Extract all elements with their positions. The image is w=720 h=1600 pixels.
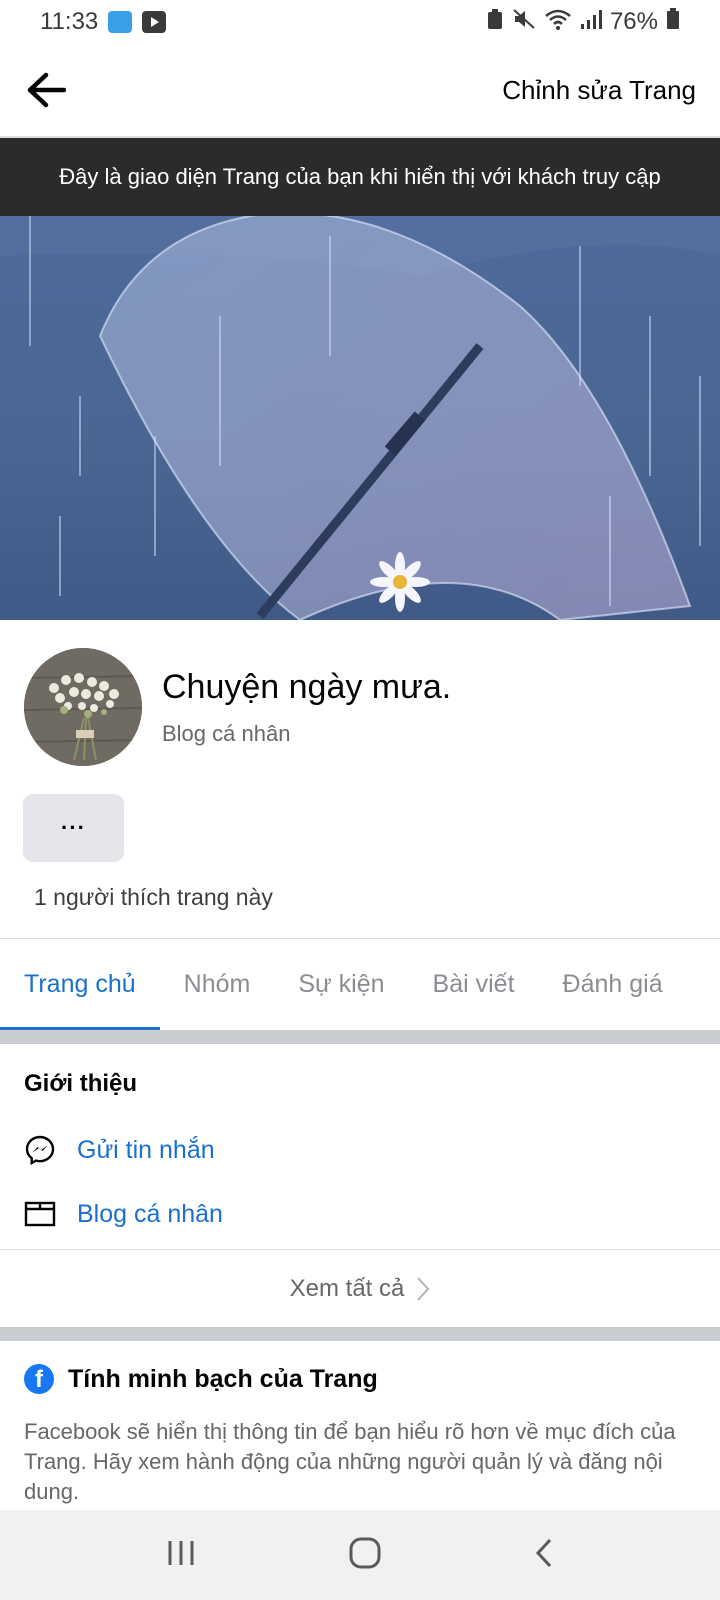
intro-title: Giới thiệu <box>24 1070 138 1097</box>
facebook-icon: f <box>24 1364 54 1394</box>
wifi-icon <box>544 8 572 37</box>
signal-icon <box>580 8 602 37</box>
recycle-icon <box>486 8 504 37</box>
chevron-right-icon <box>417 1276 430 1301</box>
more-dots-icon: ··· <box>61 815 86 840</box>
wordbit-app-icon <box>108 11 133 33</box>
tab-reviews[interactable]: Đánh giá <box>539 939 687 1030</box>
mute-icon <box>512 8 536 37</box>
transparency-title: Tính minh bạch của Trang <box>68 1364 378 1393</box>
page-profile: Chuyện ngày mưa. Blog cá nhân <box>24 648 451 766</box>
send-message-label: Gửi tin nhắn <box>77 1135 215 1164</box>
page-avatar[interactable] <box>24 648 142 766</box>
page-category: Blog cá nhân <box>162 720 291 746</box>
tab-posts[interactable]: Bài viết <box>409 939 539 1030</box>
section-divider <box>0 1327 720 1341</box>
transparency-description: Facebook sẽ hiển thị thông tin để bạn hi… <box>24 1419 676 1504</box>
tab-events[interactable]: Sự kiện <box>274 939 408 1030</box>
category-link[interactable]: Blog cá nhân <box>0 1182 720 1246</box>
back-nav-button[interactable] <box>534 1537 554 1574</box>
battery-percent: 76% <box>609 8 658 35</box>
visitor-view-banner: Đây là giao diện Trang của bạn khi hiển … <box>0 138 720 216</box>
page-likes-count: 1 người thích trang này <box>34 884 273 910</box>
intro-section: Giới thiệu Gửi tin nhắn Blog cá nhân <box>0 1044 720 1246</box>
home-button[interactable] <box>349 1537 381 1574</box>
category-label: Blog cá nhân <box>77 1199 223 1228</box>
arrow-left-icon <box>27 72 66 108</box>
page-tabs: Trang chủ Nhóm Sự kiện Bài viết Đánh giá <box>0 938 720 1030</box>
page-transparency-section: f Tính minh bạch của Trang Facebook sẽ h… <box>0 1341 720 1507</box>
edit-page-button[interactable]: Chỉnh sửa Trang <box>502 75 696 106</box>
battery-icon <box>666 7 680 37</box>
send-message-link[interactable]: Gửi tin nhắn <box>0 1118 720 1182</box>
tab-groups[interactable]: Nhóm <box>160 939 275 1030</box>
back-button[interactable] <box>24 68 68 112</box>
chevron-left-icon <box>535 1538 551 1567</box>
recent-apps-button[interactable] <box>166 1539 196 1572</box>
messenger-icon <box>24 1134 56 1166</box>
home-icon <box>349 1537 381 1568</box>
system-navigation-bar <box>0 1510 720 1600</box>
category-icon <box>24 1198 56 1230</box>
page-name: Chuyện ngày mưa. <box>162 667 452 706</box>
tab-home[interactable]: Trang chủ <box>0 939 160 1030</box>
see-all-button[interactable]: Xem tất cả <box>0 1249 720 1327</box>
cover-photo[interactable] <box>0 216 720 620</box>
section-divider <box>0 1030 720 1044</box>
recent-apps-icon <box>168 1540 194 1565</box>
visitor-view-text: Đây là giao diện Trang của bạn khi hiển … <box>59 164 661 189</box>
more-options-button[interactable]: ··· <box>23 794 124 862</box>
status-bar: 11:33 76% <box>0 0 720 44</box>
status-time: 11:33 <box>40 8 99 35</box>
video-app-icon <box>142 11 167 33</box>
top-bar: Chỉnh sửa Trang <box>0 44 720 138</box>
see-all-label: Xem tất cả <box>289 1274 405 1302</box>
